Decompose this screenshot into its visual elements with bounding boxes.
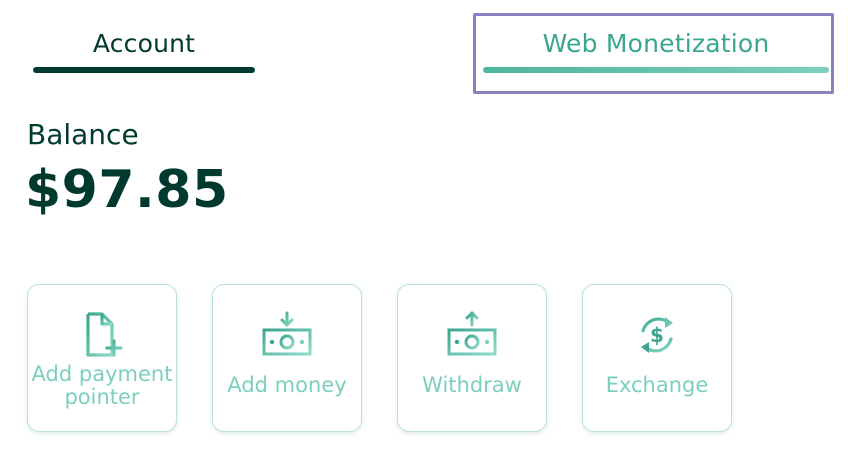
withdraw-button[interactable]: Withdraw	[397, 284, 547, 432]
exchange-label: Exchange	[605, 373, 709, 397]
exchange-button[interactable]: $ Exchange	[582, 284, 732, 432]
tab-account-underline	[33, 67, 255, 73]
tab-web-monetization[interactable]: Web Monetization	[483, 0, 829, 80]
tab-web-monetization-label: Web Monetization	[542, 29, 770, 58]
tab-account-label: Account	[92, 29, 196, 58]
add-money-button[interactable]: Add money	[212, 284, 362, 432]
exchange-icon: $	[631, 311, 683, 359]
add-payment-pointer-label: Add payment pointer	[31, 362, 173, 409]
svg-text:$: $	[650, 323, 664, 347]
balance-value: $97.85	[25, 160, 229, 220]
balance-label: Balance	[27, 118, 139, 151]
money-in-icon	[261, 311, 313, 359]
tab-account[interactable]: Account	[33, 0, 255, 80]
withdraw-label: Withdraw	[422, 373, 522, 397]
money-out-icon	[446, 311, 498, 359]
add-money-label: Add money	[227, 373, 347, 397]
file-plus-icon	[76, 311, 128, 359]
tab-web-monetization-underline	[483, 67, 829, 73]
wallet-page: Account Web Monetization Balance $97.85	[0, 0, 848, 472]
add-payment-pointer-button[interactable]: Add payment pointer	[27, 284, 177, 432]
